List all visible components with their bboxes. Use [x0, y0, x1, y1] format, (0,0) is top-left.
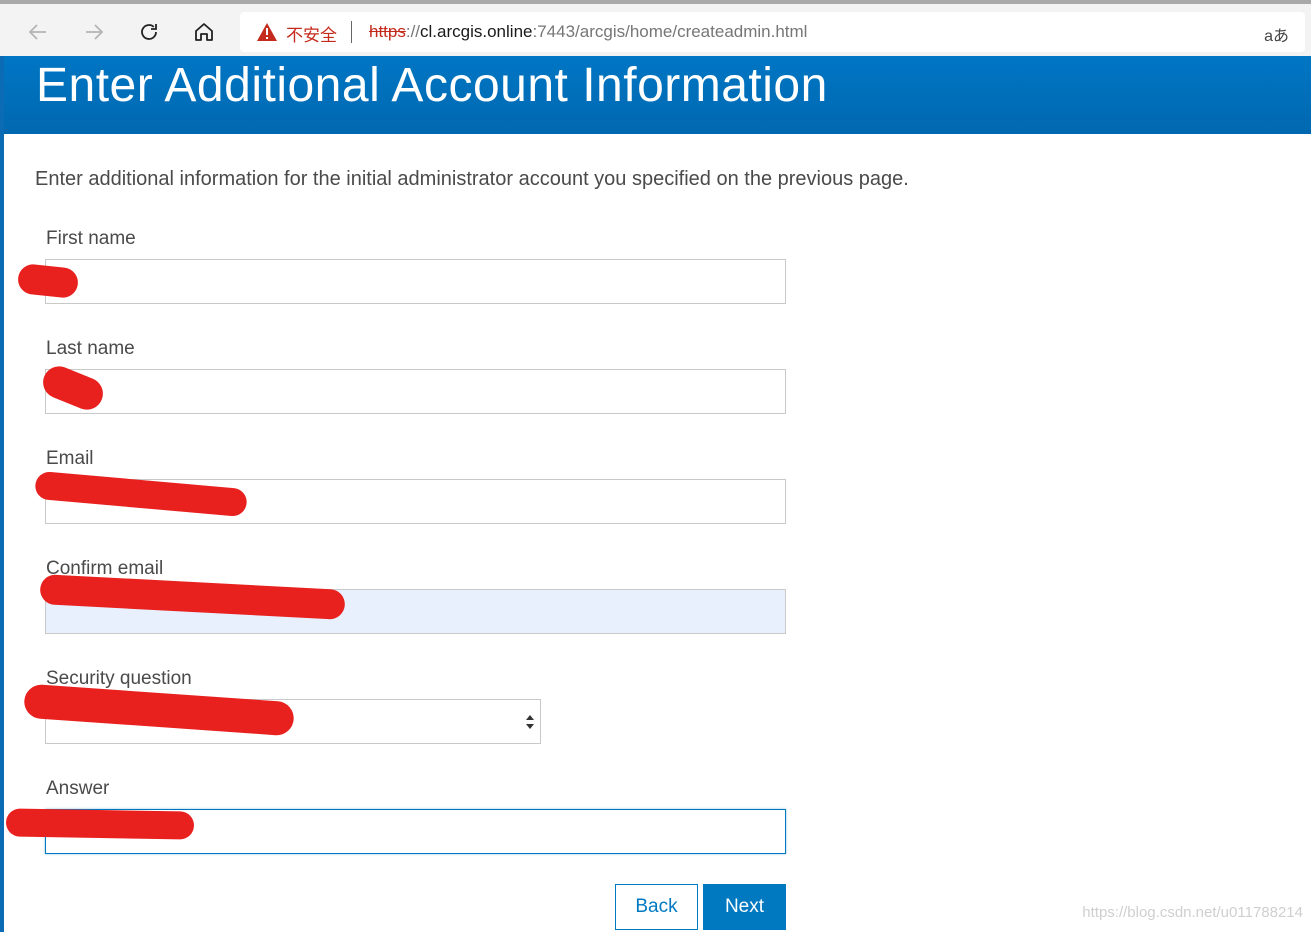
- forward-arrow-icon[interactable]: [78, 16, 110, 48]
- window-left-edge: [0, 56, 4, 932]
- translate-icon[interactable]: aあ: [1264, 22, 1289, 46]
- select-arrows-icon: [526, 715, 534, 729]
- redaction-mark: [16, 262, 80, 300]
- next-button[interactable]: Next: [703, 884, 786, 930]
- home-icon[interactable]: [188, 16, 220, 48]
- watermark: https://blog.csdn.net/u011788214: [1082, 904, 1303, 921]
- back-arrow-icon[interactable]: [22, 16, 54, 48]
- url-scheme: https: [369, 22, 406, 41]
- warning-icon: [257, 23, 277, 41]
- url-path: :7443/arcgis/home/createadmin.html: [532, 22, 808, 41]
- first-name-input[interactable]: [45, 259, 786, 304]
- first-name-label: First name: [46, 228, 136, 249]
- answer-label: Answer: [46, 778, 110, 799]
- page-title: Enter Additional Account Information: [36, 59, 828, 112]
- back-button[interactable]: Back: [615, 884, 698, 930]
- url-separator: ://: [405, 22, 421, 41]
- last-name-label: Last name: [46, 338, 135, 359]
- browser-toolbar: 不安全 https://cl.arcgis.online:7443/arcgis…: [0, 0, 1311, 56]
- last-name-input[interactable]: [45, 369, 786, 414]
- address-bar[interactable]: 不安全 https://cl.arcgis.online:7443/arcgis…: [240, 12, 1305, 52]
- not-secure-label[interactable]: 不安全: [286, 21, 337, 46]
- email-label: Email: [46, 448, 94, 469]
- redaction-mark: [5, 808, 195, 840]
- refresh-icon[interactable]: [133, 16, 165, 48]
- url-text[interactable]: https://cl.arcgis.online:7443/arcgis/hom…: [369, 22, 807, 42]
- url-host: cl.arcgis.online: [420, 22, 533, 41]
- intro-text: Enter additional information for the ini…: [35, 168, 909, 190]
- address-separator: [351, 21, 352, 43]
- page-header: Enter Additional Account Information: [4, 56, 1311, 134]
